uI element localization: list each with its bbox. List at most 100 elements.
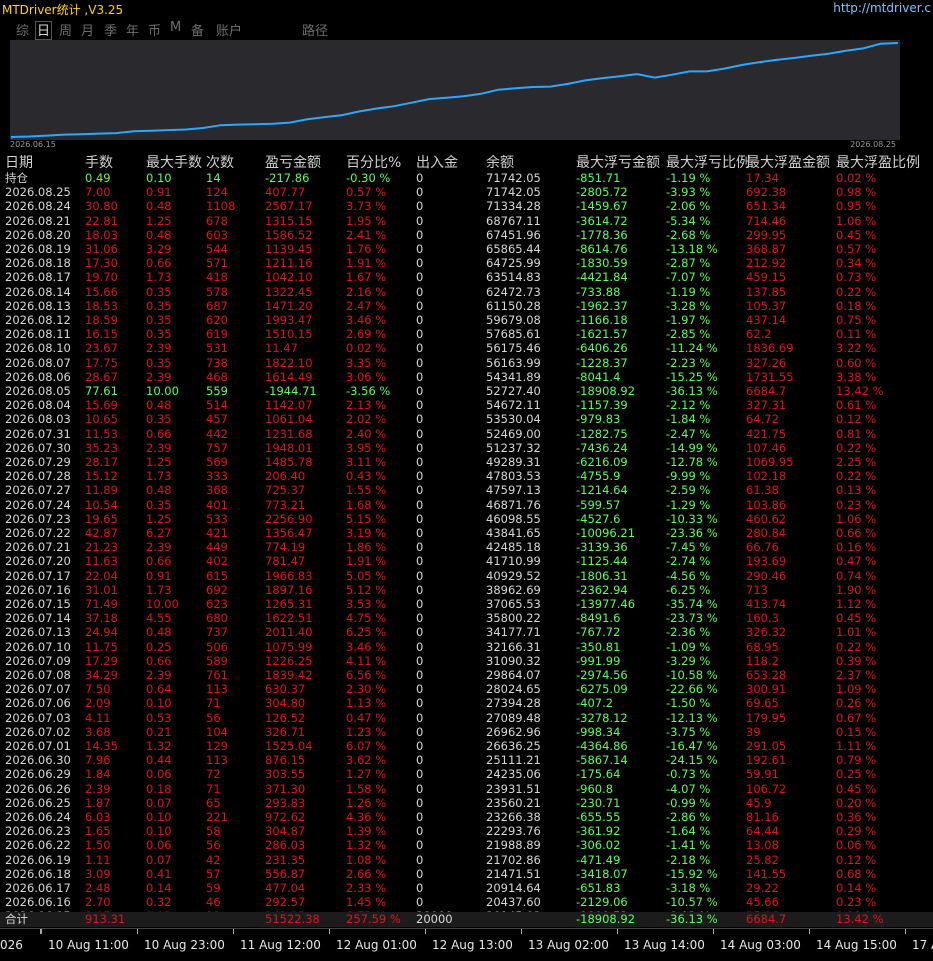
table-row[interactable]: 2026.06.23 1.65 0.10 58 304.87 1.39 % 0 22293.7… xyxy=(0,824,933,838)
tab-0[interactable]: 综 xyxy=(16,20,29,39)
table-row[interactable]: 2026.07.27 11.89 0.48 368 725.37 1.55 % 0 47597… xyxy=(0,483,933,497)
tab-1[interactable]: 日 xyxy=(34,20,53,40)
total-row[interactable]: 合计 913.31 51522.38 257.59 % 20000 -18908.92 -3… xyxy=(0,912,933,927)
table-row[interactable]: 2026.07.09 17.29 0.66 589 1226.25 4.11 % 0 3109… xyxy=(0,654,933,668)
table-row[interactable]: 2026.07.22 42.87 6.27 421 1356.47 3.19 % 0 4384… xyxy=(0,526,933,540)
cell-col-3: 737 xyxy=(206,625,228,639)
cell-col-1: 11.53 xyxy=(85,427,118,441)
table-row[interactable]: 2026.08.06 28.67 2.39 468 1614.49 3.06 % 0 5434… xyxy=(0,370,933,384)
column-header-9[interactable]: 最大浮亏比例 xyxy=(666,152,750,172)
table-row[interactable]: 2026.08.11 16.15 0.35 619 1510.15 2.69 % 0 5768… xyxy=(0,327,933,341)
table-row[interactable]: 2026.08.13 18.53 0.35 687 1471.20 2.47 % 0 6115… xyxy=(0,299,933,313)
table-row[interactable]: 2026.07.16 31.01 1.73 692 1897.16 5.12 % 0 3896… xyxy=(0,583,933,597)
table-row[interactable]: 2026.06.16 2.70 0.32 46 292.57 1.45 % 0 20437.6… xyxy=(0,895,933,909)
tab-10[interactable]: 路径 xyxy=(302,20,328,39)
cell-col-6: 0 xyxy=(416,611,424,625)
table-row[interactable]: 2026.07.24 10.54 0.35 401 773.21 1.68 % 0 46871… xyxy=(0,498,933,512)
table-row[interactable]: 2026.07.07 7.50 0.64 113 630.37 2.30 % 0 28024.… xyxy=(0,682,933,696)
table-row[interactable]: 2026.06.18 3.09 0.41 57 556.87 2.66 % 0 21471.5… xyxy=(0,867,933,881)
table-row[interactable]: 2026.08.20 18.03 0.48 603 1586.52 2.41 % 0 6745… xyxy=(0,228,933,242)
table-row[interactable]: 2026.07.13 24.94 0.48 737 2011.40 6.25 % 0 3417… xyxy=(0,625,933,639)
tab-9[interactable]: 账户 xyxy=(216,20,242,39)
cell-col-10: 107.46 xyxy=(746,441,787,455)
website-link[interactable]: http://mtdriver.c xyxy=(833,1,931,15)
table-row[interactable]: 2026.08.14 15.66 0.35 578 1322.45 2.16 % 0 6247… xyxy=(0,285,933,299)
cell-col-0: 2026.07.16 xyxy=(5,583,71,597)
table-row[interactable]: 2026.07.28 15.12 1.73 333 206.40 0.43 % 0 47803… xyxy=(0,469,933,483)
cell-col-3: 113 xyxy=(206,682,228,696)
table-row[interactable]: 2026.06.17 2.48 0.14 59 477.04 2.33 % 0 20914.6… xyxy=(0,881,933,895)
table-row[interactable]: 2026.08.17 19.70 1.73 418 1042.10 1.67 % 0 6351… xyxy=(0,270,933,284)
position-row[interactable]: 持仓 0.49 0.10 14 -217.86 -0.30 % 0 71742.05 -851.… xyxy=(0,171,933,185)
table-row[interactable]: 2026.08.18 17.30 0.66 571 1211.16 1.91 % 0 6472… xyxy=(0,256,933,270)
table-row[interactable]: 2026.08.19 31.06 3.29 544 1139.45 1.76 % 0 6586… xyxy=(0,242,933,256)
table-row[interactable]: 2026.07.14 37.18 4.55 680 1622.51 4.75 % 0 3580… xyxy=(0,611,933,625)
table-row[interactable]: 2026.07.21 21.23 2.39 449 774.19 1.86 % 0 42485… xyxy=(0,540,933,554)
table-row[interactable]: 2026.07.20 11.63 0.66 402 781.47 1.91 % 0 41710… xyxy=(0,554,933,568)
cell-col-3: 761 xyxy=(206,668,228,682)
cell-col-10: 459.15 xyxy=(746,270,787,284)
table-row[interactable]: 2026.08.24 30.80 0.48 1108 2567.17 3.73 % 0 713… xyxy=(0,199,933,213)
table-row[interactable]: 2026.07.10 11.75 0.25 506 1075.99 3.46 % 0 3216… xyxy=(0,640,933,654)
table-row[interactable]: 2026.07.02 3.68 0.21 104 326.71 1.23 % 0 26962.… xyxy=(0,725,933,739)
table-row[interactable]: 2026.06.24 6.03 0.10 221 972.62 4.36 % 0 23266.… xyxy=(0,810,933,824)
cell-col-0: 2026.07.15 xyxy=(5,597,71,611)
column-header-3[interactable]: 次数 xyxy=(206,152,234,172)
table-row[interactable]: 2026.08.07 17.75 0.35 738 1822.10 3.35 % 0 5616… xyxy=(0,356,933,370)
tab-5[interactable]: 年 xyxy=(126,20,139,39)
tab-6[interactable]: 币 xyxy=(148,20,161,39)
table-row[interactable]: 2026.06.30 7.96 0.44 113 876.15 3.62 % 0 25111.… xyxy=(0,753,933,767)
tab-8[interactable]: 备 xyxy=(191,20,204,39)
table-row[interactable]: 2026.08.04 15.69 0.48 514 1142.07 2.13 % 0 5467… xyxy=(0,398,933,412)
cell-col-3: 402 xyxy=(206,554,228,568)
column-header-1[interactable]: 手数 xyxy=(85,152,113,172)
column-header-7[interactable]: 余额 xyxy=(486,152,514,172)
table-row[interactable]: 2026.07.06 2.09 0.10 71 304.80 1.13 % 0 27394.2… xyxy=(0,696,933,710)
table-row[interactable]: 2026.07.17 22.04 0.91 615 1966.83 5.05 % 0 4092… xyxy=(0,569,933,583)
table-row[interactable]: 2026.07.23 19.65 1.25 533 2256.90 5.15 % 0 4609… xyxy=(0,512,933,526)
table-row[interactable]: 2026.07.31 11.53 0.66 442 1231.68 2.40 % 0 5246… xyxy=(0,427,933,441)
table-row[interactable]: 2026.07.03 4.11 0.53 56 126.52 0.47 % 0 27089.4… xyxy=(0,711,933,725)
column-header-10[interactable]: 最大浮盈金额 xyxy=(746,152,830,172)
cell-col-0: 2026.07.01 xyxy=(5,739,71,753)
table-row[interactable]: 2026.08.10 23.67 2.39 531 11.47 0.02 % 0 56175.… xyxy=(0,341,933,355)
table-row[interactable]: 2026.06.29 1.84 0.06 72 303.55 1.27 % 0 24235.0… xyxy=(0,767,933,781)
table-row[interactable]: 2026.07.30 35.23 2.39 757 1948.01 3.95 % 0 5123… xyxy=(0,441,933,455)
table-row[interactable]: 2026.07.15 71.49 10.00 623 1265.31 3.53 % 0 370… xyxy=(0,597,933,611)
cell-col-11: 0.26 % xyxy=(836,696,877,710)
table-row[interactable]: 2026.08.12 18.59 0.35 620 1993.47 3.46 % 0 5967… xyxy=(0,313,933,327)
cell-col-4: 51522.38 xyxy=(265,912,320,926)
tab-3[interactable]: 月 xyxy=(81,20,94,39)
tab-4[interactable]: 季 xyxy=(104,20,117,39)
cell-col-7: 21702.86 xyxy=(486,853,541,867)
cell-col-7: 37065.53 xyxy=(486,597,541,611)
tab-7[interactable]: M xyxy=(170,20,181,35)
table-row[interactable]: 2026.07.08 34.29 2.39 761 1839.42 6.56 % 0 2986… xyxy=(0,668,933,682)
column-header-5[interactable]: 百分比% xyxy=(346,152,401,172)
table-row[interactable]: 2026.06.26 2.39 0.18 71 371.30 1.58 % 0 23931.5… xyxy=(0,782,933,796)
table-row[interactable]: 2026.08.03 10.65 0.35 457 1061.04 2.02 % 0 5353… xyxy=(0,412,933,426)
table-row[interactable]: 2026.07.01 14.35 1.32 129 1525.04 6.07 % 0 2663… xyxy=(0,739,933,753)
cell-col-7: 71334.28 xyxy=(486,199,541,213)
table-row[interactable]: 2026.08.05 77.61 10.00 559 -1944.71 -3.56 % 0 5… xyxy=(0,384,933,398)
table-row[interactable]: 2026.06.25 1.87 0.07 65 293.83 1.26 % 0 23560.2… xyxy=(0,796,933,810)
column-header-0[interactable]: 日期 xyxy=(5,152,33,172)
table-row[interactable]: 2026.06.22 1.50 0.06 56 286.03 1.32 % 0 21988.8… xyxy=(0,838,933,852)
column-header-2[interactable]: 最大手数 xyxy=(146,152,202,172)
table-row[interactable]: 2026.07.29 28.17 1.25 569 1485.78 3.11 % 0 4928… xyxy=(0,455,933,469)
table-row[interactable]: 2026.06.19 1.11 0.07 42 231.35 1.08 % 0 21702.8… xyxy=(0,853,933,867)
table-row[interactable]: 2026.08.21 22.81 1.25 678 1315.15 1.95 % 0 6876… xyxy=(0,214,933,228)
column-header-11[interactable]: 最大浮盈比例 xyxy=(836,152,920,172)
table-row[interactable]: 2026.08.25 7.00 0.91 124 407.77 0.57 % 0 71742.… xyxy=(0,185,933,199)
cell-col-8: -2129.06 xyxy=(576,895,628,909)
column-header-4[interactable]: 盈亏金额 xyxy=(265,152,321,172)
column-header-8[interactable]: 最大浮亏金额 xyxy=(576,152,660,172)
cell-col-4: 231.35 xyxy=(265,853,306,867)
cell-col-10: 103.86 xyxy=(746,498,787,512)
time-tick-mark xyxy=(521,929,522,934)
cell-col-5: 2.41 % xyxy=(346,228,387,242)
tab-2[interactable]: 周 xyxy=(59,20,72,39)
column-header-6[interactable]: 出入金 xyxy=(416,152,458,172)
cell-col-3: 544 xyxy=(206,242,228,256)
cell-col-7: 23560.21 xyxy=(486,796,541,810)
